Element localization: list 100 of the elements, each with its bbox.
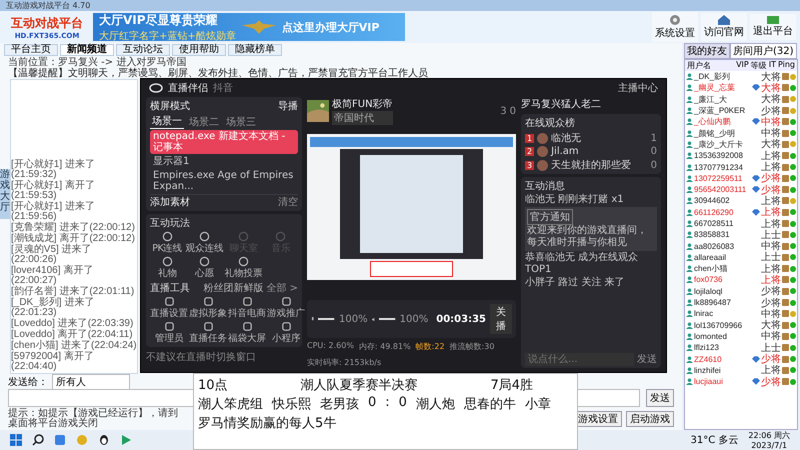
- user-rank: 中将: [761, 126, 781, 140]
- user-rank: 少将: [761, 352, 781, 366]
- user-rank: 上士: [761, 250, 781, 264]
- caption-text: 思春的牛: [464, 396, 516, 413]
- weather-text: 31°C 多云: [690, 434, 738, 447]
- user-rank: 上士: [761, 342, 781, 354]
- user-rank: 上将: [761, 194, 781, 207]
- caption-text: 罗马情奖励赢的每人5牛: [198, 415, 338, 432]
- speaker-volume-reading: 100%: [400, 314, 428, 324]
- tool-label: 直播任务: [189, 332, 227, 345]
- user-name: _康沙_大斤卡: [694, 138, 744, 150]
- rank-badge: 1: [525, 134, 534, 142]
- category-tag: 帝国时代: [332, 111, 393, 125]
- section-title: 直播工具: [150, 282, 190, 295]
- vip-subtitle: 大厅红字名字+蓝钻+酷炫勋章: [99, 30, 236, 42]
- vip-title: 大厅VIP尽显尊贵荣耀: [99, 12, 219, 28]
- user-name: 661126290: [694, 208, 734, 217]
- caption-text: 0: [398, 395, 407, 412]
- user-name: chen小猫: [694, 263, 728, 274]
- user-name: _DK_影列: [694, 71, 732, 82]
- user-rank: 少将: [761, 172, 781, 184]
- chat-log-line: [韵仔名誉] 进来了(22:01:11): [11, 287, 136, 297]
- user-name: 667028511: [694, 219, 734, 228]
- user-rank: 少将: [761, 296, 781, 309]
- viewer-score: 0: [650, 160, 657, 170]
- feature-label: 观众连线: [186, 242, 224, 255]
- caption-text: 老男孩: [320, 396, 359, 413]
- user-rank: 中将: [761, 330, 781, 342]
- vip-link: 点这里办理大厅VIP: [282, 20, 380, 34]
- caption-text: :: [385, 395, 390, 412]
- viewer-name: 临池无: [551, 132, 582, 145]
- caption-text: 潮人队夏季赛半决赛: [300, 377, 418, 394]
- user-name: _心仙内鹏: [694, 116, 732, 128]
- user-rank: 中将: [761, 308, 781, 320]
- user-rank: 中将: [761, 240, 781, 252]
- viewer-name: Jil.am: [551, 146, 580, 157]
- chat-log-line: [_DK_影列] 进来了(22:01:23): [11, 298, 96, 318]
- viewer-name: 天生就挂的那些爱: [551, 158, 632, 172]
- user-name: 13707791234: [694, 162, 744, 172]
- column-header: 等级: [750, 60, 767, 71]
- chat-log-line: [59792004] 离开了(22:04:40): [11, 352, 95, 372]
- section-title: 在线观众榜: [525, 116, 576, 130]
- user-name: _幽灵_忘葉: [694, 82, 736, 94]
- user-name: _颜铭_少明: [694, 128, 736, 139]
- tool-label: 虚拟形象: [189, 307, 227, 320]
- app-title: 直播伴侣: [168, 82, 208, 95]
- user-rank: 上将: [761, 274, 781, 286]
- user-name: linzhifei: [694, 366, 722, 375]
- user-rank: 上士: [761, 228, 781, 241]
- caption-text: 小章: [524, 396, 551, 413]
- send-to-label: 发送给：: [8, 376, 48, 388]
- clock-date: 2023/7/1: [751, 441, 788, 450]
- chat-log-line: [开心就好1] 进来了(21:59:56): [11, 202, 96, 222]
- column-header: VIP: [736, 60, 749, 71]
- viewer-score: 1: [650, 132, 657, 144]
- tool-label: 游戏推广: [267, 307, 305, 320]
- column-header: 用户名: [687, 60, 712, 71]
- user-name: fox0736: [694, 275, 724, 284]
- user-rank: 大将: [761, 70, 781, 83]
- chat-log-line: [chen小猫] 进来了(22:04:24): [11, 341, 137, 351]
- hint-text: 提示：如提示【游戏已经运行】，请到桌面将平台游戏关闭: [8, 408, 179, 428]
- user-name: lflzi123: [694, 343, 720, 352]
- user-rank: 上将: [761, 150, 781, 162]
- user-rank: 上将: [761, 160, 781, 174]
- caption-text: 0: [368, 395, 376, 412]
- user-rank: 少将: [761, 184, 781, 196]
- stream-timer: 00:03:35: [436, 314, 486, 324]
- user-rank: 大将: [761, 82, 781, 94]
- user-rank: 大将: [761, 318, 781, 332]
- user-name: lojilaloql: [694, 286, 724, 296]
- chat-log-line: [开心就好1] 进来了(21:59:32): [11, 160, 96, 180]
- user-name: 13536392008: [694, 151, 744, 160]
- chat-log-line: [lover4106] 离开了(22:00:27): [11, 266, 94, 286]
- user-rank: 上将: [761, 218, 781, 230]
- user-rank: 大将: [761, 138, 781, 150]
- chat-log-line: [灵魂的V5] 进来了(22:00:26): [11, 245, 93, 265]
- chat-log-line: [潮钱成龙] 离开了(22:00:12): [11, 234, 136, 244]
- rank-badge: 3: [525, 160, 534, 170]
- user-name: lk8896487: [694, 298, 732, 308]
- user-name: 956542003111: [694, 185, 748, 194]
- notice-text: 【温馨提醒】文明聊天，严禁谩骂、刷屏、发布外挂、色情、广告，严禁冒充官方平台工作人员: [7, 68, 429, 79]
- column-header: Ping: [778, 60, 795, 71]
- caption-text: 快乐熙: [272, 396, 311, 413]
- user-rank: 少将: [761, 376, 781, 389]
- window-title: 互动游戏对战平台 4.70: [6, 0, 90, 11]
- tool-label: 抖音电商: [228, 307, 266, 320]
- viewer-score: 0: [650, 146, 657, 157]
- user-name: lomonted: [694, 332, 728, 341]
- user-name: _廉江_大: [694, 94, 728, 105]
- caption-text: 潮人炮: [416, 396, 455, 413]
- user-rank: 少将: [761, 284, 781, 298]
- feature-label: PK连线: [152, 242, 182, 255]
- clock-time: 22:06 周六: [748, 430, 790, 441]
- viewer-count: 3: [500, 106, 507, 116]
- section-title: 互动消息: [525, 180, 566, 193]
- user-name: ZZ4610: [694, 354, 723, 364]
- mic-volume-reading: 100%: [339, 314, 368, 324]
- feature-label: 心愿: [195, 267, 214, 280]
- feature-label: 礼物投票: [224, 267, 262, 280]
- user-rank: 上将: [761, 206, 781, 218]
